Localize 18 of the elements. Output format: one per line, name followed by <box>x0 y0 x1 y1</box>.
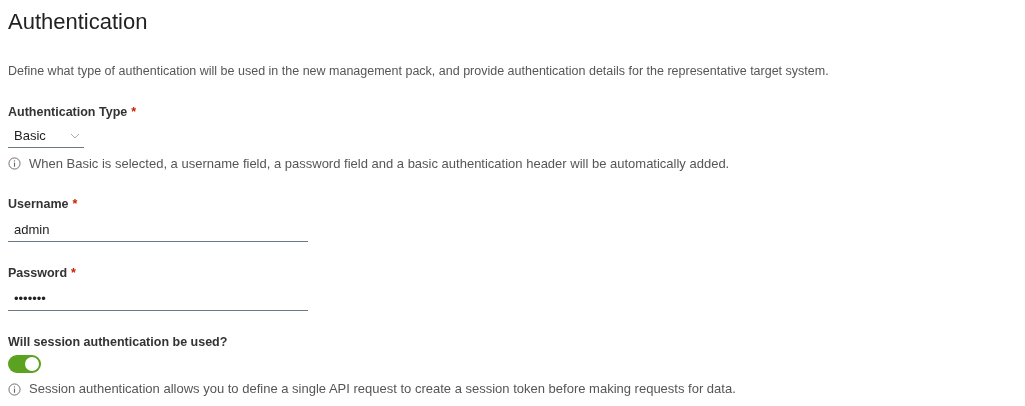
info-icon <box>8 156 21 170</box>
field-label: Password <box>8 264 68 282</box>
input-field[interactable]: admin <box>8 217 308 242</box>
required-mark: * <box>72 196 78 213</box>
field-label: Will session authentication be used? <box>8 333 228 351</box>
required-mark: * <box>71 264 76 282</box>
chevron-down-icon <box>70 133 80 139</box>
required-mark: * <box>131 103 137 121</box>
input-field[interactable]: ••••••• <box>8 286 308 311</box>
info-icon <box>8 382 21 396</box>
field-label: Authentication Type <box>8 103 128 121</box>
help-text: Session authentication allows you to define a single API request to create a session token before making requests for data. <box>29 380 736 399</box>
page-description: Define what type of authentication will be used in the new management pack, and provide authentication details for the representative target system. <box>8 63 830 80</box>
page-title: Authentication <box>8 8 149 36</box>
select-field[interactable]: Basic <box>8 125 84 148</box>
toggle-switch[interactable] <box>8 355 41 374</box>
help-text: When Basic is selected, a username field, a password field and a basic authentication header will be automatically added. <box>29 154 730 173</box>
field-label: Username <box>8 196 69 213</box>
